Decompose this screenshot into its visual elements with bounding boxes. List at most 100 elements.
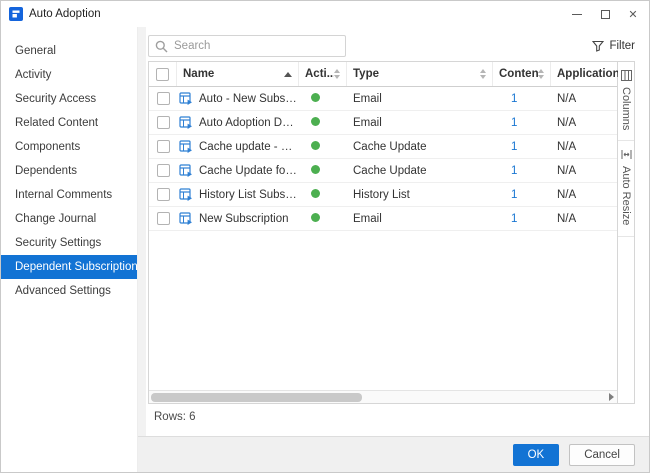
column-header-active[interactable]: Acti... bbox=[299, 62, 347, 86]
rows-count-status: Rows: 6 bbox=[146, 404, 649, 430]
dialog-footer: OK Cancel bbox=[138, 436, 649, 472]
select-all-cell bbox=[149, 62, 177, 86]
subscription-name: History List Subscription bbox=[199, 189, 299, 201]
sidebar-item-security-settings[interactable]: Security Settings bbox=[1, 231, 137, 255]
table-empty-space bbox=[149, 231, 617, 390]
maximize-icon[interactable] bbox=[599, 8, 611, 20]
ok-button[interactable]: OK bbox=[513, 444, 560, 466]
sidebar-item-related-content[interactable]: Related Content bbox=[1, 111, 137, 135]
columns-icon bbox=[621, 70, 632, 81]
active-status-dot bbox=[311, 117, 320, 126]
horizontal-scrollbar[interactable] bbox=[149, 390, 617, 403]
sidebar-item-general[interactable]: General bbox=[1, 39, 137, 63]
type-cell: Cache Update bbox=[347, 141, 493, 153]
toolbar: Filter bbox=[146, 27, 649, 61]
sidebar-item-dependent-subscriptions[interactable]: Dependent Subscriptions bbox=[1, 255, 137, 279]
application-cell: N/A bbox=[551, 213, 617, 225]
sort-ascending-icon bbox=[284, 72, 292, 77]
subscription-name: Auto Adoption Daily bbox=[199, 117, 299, 129]
row-checkbox[interactable] bbox=[157, 92, 170, 105]
application-cell: N/A bbox=[551, 189, 617, 201]
row-checkbox[interactable] bbox=[157, 140, 170, 153]
application-cell: N/A bbox=[551, 165, 617, 177]
subscription-icon bbox=[179, 140, 193, 153]
row-checkbox[interactable] bbox=[157, 164, 170, 177]
window-controls: ✕ bbox=[571, 8, 639, 20]
cancel-button[interactable]: Cancel bbox=[569, 444, 635, 466]
window-title: Auto Adoption bbox=[29, 8, 101, 20]
application-cell: N/A bbox=[551, 141, 617, 153]
type-cell: History List bbox=[347, 189, 493, 201]
table-row[interactable]: Cache Update for Aut... Cache Update 1 N… bbox=[149, 159, 617, 183]
table-header-row: Name Acti... Type Content bbox=[149, 62, 617, 87]
content-link[interactable]: 1 bbox=[493, 141, 551, 153]
active-status-dot bbox=[311, 165, 320, 174]
row-checkbox[interactable] bbox=[157, 212, 170, 225]
content-link[interactable]: 1 bbox=[493, 189, 551, 201]
title-bar: Auto Adoption ✕ bbox=[1, 1, 649, 27]
sidebar-item-security-access[interactable]: Security Access bbox=[1, 87, 137, 111]
sidebar-gutter bbox=[138, 27, 146, 472]
table-row[interactable]: Auto Adoption Daily Email 1 N/A bbox=[149, 111, 617, 135]
active-status-dot bbox=[311, 141, 320, 150]
type-cell: Email bbox=[347, 213, 493, 225]
subscription-icon bbox=[179, 116, 193, 129]
column-header-application[interactable]: Application bbox=[551, 62, 626, 86]
column-header-name[interactable]: Name bbox=[177, 62, 299, 86]
type-cell: Email bbox=[347, 93, 493, 105]
active-status-dot bbox=[311, 189, 320, 198]
columns-label: Columns bbox=[620, 87, 632, 130]
auto-resize-toggle[interactable]: Auto Resize bbox=[618, 141, 634, 236]
sidebar-item-internal-comments[interactable]: Internal Comments bbox=[1, 183, 137, 207]
sidebar-item-activity[interactable]: Activity bbox=[1, 63, 137, 87]
columns-panel-toggle[interactable]: Columns bbox=[618, 62, 634, 141]
table-row[interactable]: Auto - New Subscription Email 1 N/A bbox=[149, 87, 617, 111]
select-all-checkbox[interactable] bbox=[156, 68, 169, 81]
filter-icon bbox=[592, 40, 604, 52]
sort-icon bbox=[480, 69, 486, 79]
active-status-dot bbox=[311, 213, 320, 222]
content-link[interactable]: 1 bbox=[493, 213, 551, 225]
minimize-icon[interactable] bbox=[571, 8, 583, 20]
sidebar-item-components[interactable]: Components bbox=[1, 135, 137, 159]
main-panel: Filter Name Acti... bbox=[146, 27, 649, 472]
auto-resize-icon bbox=[621, 149, 632, 160]
subscription-icon bbox=[179, 188, 193, 201]
auto-adoption-dialog: Auto Adoption ✕ General Activity Securit… bbox=[0, 0, 650, 473]
scroll-right-icon[interactable] bbox=[609, 393, 614, 401]
type-cell: Cache Update bbox=[347, 165, 493, 177]
row-checkbox[interactable] bbox=[157, 188, 170, 201]
sidebar: General Activity Security Access Related… bbox=[1, 27, 138, 472]
table-region: Name Acti... Type Content bbox=[148, 61, 635, 404]
sidebar-item-dependents[interactable]: Dependents bbox=[1, 159, 137, 183]
column-header-content[interactable]: Content bbox=[493, 62, 551, 86]
type-cell: Email bbox=[347, 117, 493, 129]
subscriptions-table: Name Acti... Type Content bbox=[148, 61, 618, 404]
sidebar-item-change-journal[interactable]: Change Journal bbox=[1, 207, 137, 231]
column-header-type[interactable]: Type bbox=[347, 62, 493, 86]
search-icon bbox=[155, 40, 168, 53]
auto-resize-label: Auto Resize bbox=[620, 166, 632, 225]
active-status-dot bbox=[311, 93, 320, 102]
application-cell: N/A bbox=[551, 93, 617, 105]
search-box[interactable] bbox=[148, 35, 346, 57]
subscription-icon bbox=[179, 164, 193, 177]
sort-icon bbox=[334, 69, 340, 79]
scrollbar-thumb[interactable] bbox=[151, 393, 362, 402]
content-link[interactable]: 1 bbox=[493, 165, 551, 177]
row-checkbox[interactable] bbox=[157, 116, 170, 129]
content-link[interactable]: 1 bbox=[493, 93, 551, 105]
subscription-icon bbox=[179, 92, 193, 105]
subscription-name: Auto - New Subscription bbox=[199, 93, 299, 105]
close-icon[interactable]: ✕ bbox=[627, 8, 639, 20]
table-row[interactable]: New Subscription Email 1 N/A bbox=[149, 207, 617, 231]
content-link[interactable]: 1 bbox=[493, 117, 551, 129]
subscription-name: New Subscription bbox=[199, 213, 288, 225]
sidebar-item-advanced-settings[interactable]: Advanced Settings bbox=[1, 279, 137, 303]
subscription-name: Cache Update for Aut... bbox=[199, 165, 299, 177]
filter-button[interactable]: Filter bbox=[592, 40, 635, 52]
table-row[interactable]: Cache update - New ... Cache Update 1 N/… bbox=[149, 135, 617, 159]
filter-label: Filter bbox=[609, 40, 635, 52]
search-input[interactable] bbox=[174, 40, 339, 52]
table-row[interactable]: History List Subscription History List 1… bbox=[149, 183, 617, 207]
